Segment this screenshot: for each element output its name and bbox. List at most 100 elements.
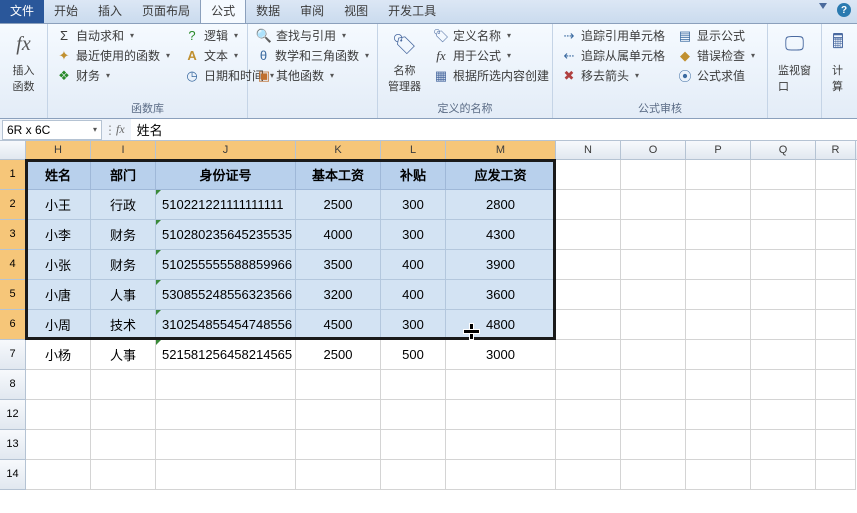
col-O[interactable]: O [621, 141, 686, 159]
cell[interactable] [556, 400, 621, 430]
tab-formulas[interactable]: 公式 [200, 0, 246, 23]
cell[interactable] [156, 430, 296, 460]
recent-fn-button[interactable]: ✦最近使用的函数▾ [54, 46, 172, 65]
cell[interactable] [381, 460, 446, 490]
cell[interactable] [446, 370, 556, 400]
row-header-7[interactable]: 7 [0, 340, 26, 370]
cell[interactable] [156, 460, 296, 490]
cell[interactable] [816, 310, 856, 340]
col-K[interactable]: K [296, 141, 381, 159]
cell[interactable] [621, 190, 686, 220]
fx-button[interactable]: fx [110, 122, 131, 137]
tab-layout[interactable]: 页面布局 [132, 0, 200, 23]
cell[interactable]: 510280235645235535 [156, 220, 296, 250]
cell[interactable] [91, 400, 156, 430]
cell[interactable] [686, 190, 751, 220]
cell[interactable] [816, 220, 856, 250]
col-N[interactable]: N [556, 141, 621, 159]
cell[interactable] [751, 460, 816, 490]
cell[interactable]: 小张 [26, 250, 91, 280]
tab-home[interactable]: 开始 [44, 0, 88, 23]
mathtrig-button[interactable]: θ数学和三角函数▾ [254, 46, 371, 65]
cell[interactable] [816, 460, 856, 490]
use-in-formula-button[interactable]: fx用于公式▾ [431, 46, 551, 65]
cell[interactable]: 小周 [26, 310, 91, 340]
col-H[interactable]: H [26, 141, 91, 159]
cell[interactable] [621, 430, 686, 460]
row-header-1[interactable]: 1 [0, 160, 26, 190]
cell[interactable]: 530855248556323566 [156, 280, 296, 310]
cell[interactable] [556, 160, 621, 190]
cell[interactable] [751, 430, 816, 460]
row-header-12[interactable]: 12 [0, 400, 26, 430]
cell[interactable] [751, 250, 816, 280]
col-I[interactable]: I [91, 141, 156, 159]
cell[interactable] [556, 190, 621, 220]
cell[interactable] [751, 190, 816, 220]
cell[interactable]: 3500 [296, 250, 381, 280]
insert-function-button[interactable]: fx 插入函数 [6, 26, 41, 96]
cell[interactable]: 510255555588859966 [156, 250, 296, 280]
cell[interactable]: 财务 [91, 250, 156, 280]
col-J[interactable]: J [156, 141, 296, 159]
tab-data[interactable]: 数据 [246, 0, 290, 23]
name-manager-button[interactable]: 🏷 名称 管理器 [384, 26, 425, 96]
cell[interactable]: 3200 [296, 280, 381, 310]
cell[interactable] [686, 340, 751, 370]
cell[interactable]: 部门 [91, 160, 156, 190]
define-name-button[interactable]: 🏷定义名称▾ [431, 26, 551, 45]
cell[interactable] [381, 430, 446, 460]
cell[interactable] [686, 160, 751, 190]
trace-precedents-button[interactable]: ⇢追踪引用单元格 [559, 26, 667, 45]
cell[interactable] [686, 310, 751, 340]
cell[interactable]: 财务 [91, 220, 156, 250]
col-L[interactable]: L [381, 141, 446, 159]
worksheet-grid[interactable]: 1 姓名 部门 身份证号 基本工资 补贴 应发工资 2 小王 行政 510221… [0, 160, 857, 490]
cell[interactable]: 身份证号 [156, 160, 296, 190]
row-header-13[interactable]: 13 [0, 430, 26, 460]
cell[interactable] [446, 400, 556, 430]
cell[interactable] [621, 220, 686, 250]
cell[interactable]: 4000 [296, 220, 381, 250]
cell[interactable] [816, 370, 856, 400]
cell[interactable] [816, 160, 856, 190]
cell[interactable] [556, 250, 621, 280]
cell[interactable] [296, 400, 381, 430]
cell[interactable]: 小杨 [26, 340, 91, 370]
cell[interactable]: 3900 [446, 250, 556, 280]
cell[interactable] [621, 250, 686, 280]
cell[interactable]: 400 [381, 250, 446, 280]
cell[interactable] [751, 340, 816, 370]
cell[interactable] [26, 400, 91, 430]
row-header-14[interactable]: 14 [0, 460, 26, 490]
cell[interactable]: 人事 [91, 340, 156, 370]
cell[interactable]: 行政 [91, 190, 156, 220]
cell[interactable] [816, 250, 856, 280]
cell[interactable]: 500 [381, 340, 446, 370]
row-header-8[interactable]: 8 [0, 370, 26, 400]
watch-window-button[interactable]: 🖵 监视窗口 [774, 26, 815, 96]
cell[interactable] [26, 460, 91, 490]
cell[interactable] [686, 460, 751, 490]
cell[interactable] [686, 370, 751, 400]
cell[interactable]: 300 [381, 220, 446, 250]
row-header-6[interactable]: 6 [0, 310, 26, 340]
tab-file[interactable]: 文件 [0, 0, 44, 23]
autosum-button[interactable]: Σ自动求和▾ [54, 26, 172, 45]
evaluate-button[interactable]: ⦿公式求值 [675, 66, 757, 85]
cell[interactable] [751, 310, 816, 340]
cell[interactable] [26, 430, 91, 460]
cell[interactable]: 小唐 [26, 280, 91, 310]
cell[interactable]: 4500 [296, 310, 381, 340]
help-icon[interactable]: ? [837, 3, 851, 17]
cell[interactable] [26, 370, 91, 400]
select-all-corner[interactable] [0, 141, 26, 159]
cell[interactable] [91, 370, 156, 400]
tab-insert[interactable]: 插入 [88, 0, 132, 23]
cell[interactable] [816, 190, 856, 220]
tab-review[interactable]: 审阅 [290, 0, 334, 23]
cell[interactable] [751, 400, 816, 430]
financial-button[interactable]: ❖财务▾ [54, 66, 172, 85]
create-from-sel-button[interactable]: ▦根据所选内容创建 [431, 66, 551, 85]
cell[interactable] [621, 340, 686, 370]
